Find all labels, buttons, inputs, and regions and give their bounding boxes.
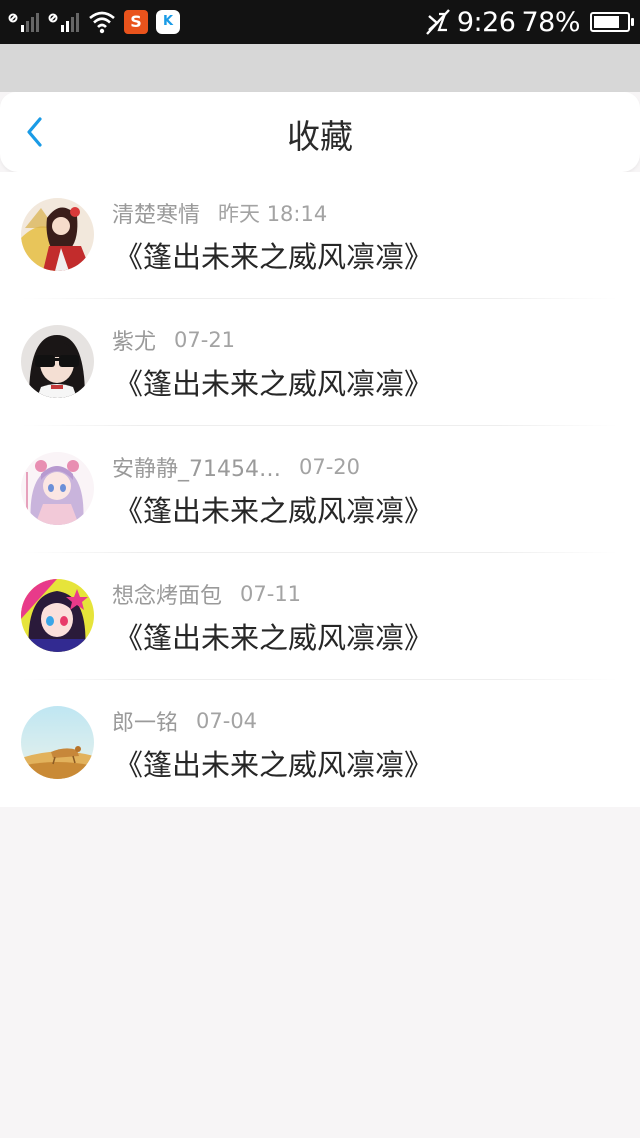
item-meta: 郎一铭 07-04 bbox=[112, 706, 257, 736]
kugou-app-icon: K bbox=[156, 10, 180, 34]
list-item[interactable]: 紫尤 07-21 《篷出未来之威风凛凛》 bbox=[0, 299, 640, 426]
avatar[interactable] bbox=[21, 198, 94, 271]
user-name: 想念烤面包 bbox=[112, 584, 223, 609]
battery-icon bbox=[590, 12, 634, 32]
list-item[interactable]: 安静静_71454… 07-20 《篷出未来之威风凛凛》 bbox=[0, 426, 640, 553]
favorites-list: 清楚寒情 昨天 18:14 《篷出未来之威风凛凛》 紫尤 07-21 《篷出未来… bbox=[0, 172, 640, 807]
status-bar-left: S K bbox=[8, 8, 180, 36]
page-title: 收藏 bbox=[287, 117, 353, 156]
user-name: 安静静_71454… bbox=[112, 457, 281, 482]
list-item[interactable]: 清楚寒情 昨天 18:14 《篷出未来之威风凛凛》 bbox=[0, 172, 640, 299]
timestamp: 07-11 bbox=[240, 582, 302, 606]
item-title: 《篷出未来之威风凛凛》 bbox=[114, 621, 434, 655]
item-title: 《篷出未来之威风凛凛》 bbox=[114, 748, 434, 782]
user-name: 紫尤 bbox=[112, 330, 157, 355]
item-title: 《篷出未来之威风凛凛》 bbox=[114, 367, 434, 401]
sogou-app-icon: S bbox=[124, 10, 148, 34]
user-name: 清楚寒情 bbox=[112, 203, 201, 228]
timestamp: 07-20 bbox=[299, 455, 361, 479]
timestamp: 07-04 bbox=[196, 709, 258, 733]
vibrate-off-icon bbox=[425, 9, 450, 35]
item-title: 《篷出未来之威风凛凛》 bbox=[114, 240, 434, 274]
list-item[interactable]: 想念烤面包 07-11 《篷出未来之威风凛凛》 bbox=[0, 553, 640, 680]
avatar[interactable] bbox=[21, 325, 94, 398]
status-bar-right: 9:26 78% bbox=[425, 6, 634, 38]
item-meta: 想念烤面包 07-11 bbox=[112, 579, 301, 609]
item-title: 《篷出未来之威风凛凛》 bbox=[114, 494, 434, 528]
item-meta: 清楚寒情 昨天 18:14 bbox=[112, 198, 327, 228]
header: 收藏 bbox=[0, 92, 640, 172]
header-backdrop bbox=[0, 44, 640, 92]
timestamp: 昨天 18:14 bbox=[218, 202, 328, 226]
battery-fill bbox=[594, 16, 619, 28]
signal-2-icon bbox=[48, 13, 79, 32]
battery-percent: 78% bbox=[521, 6, 580, 38]
list-item[interactable]: 郎一铭 07-04 《篷出未来之威风凛凛》 bbox=[0, 680, 640, 807]
status-time: 9:26 bbox=[456, 6, 516, 38]
item-meta: 安静静_71454… 07-20 bbox=[112, 452, 360, 482]
avatar[interactable] bbox=[21, 452, 94, 525]
avatar[interactable] bbox=[21, 579, 94, 652]
wifi-icon bbox=[89, 11, 115, 34]
signal-1-icon bbox=[8, 13, 39, 32]
user-name: 郎一铭 bbox=[112, 711, 179, 736]
status-bar: S K 9:26 78% bbox=[0, 0, 640, 44]
avatar[interactable] bbox=[21, 706, 94, 779]
timestamp: 07-21 bbox=[174, 328, 236, 352]
item-meta: 紫尤 07-21 bbox=[112, 325, 235, 355]
